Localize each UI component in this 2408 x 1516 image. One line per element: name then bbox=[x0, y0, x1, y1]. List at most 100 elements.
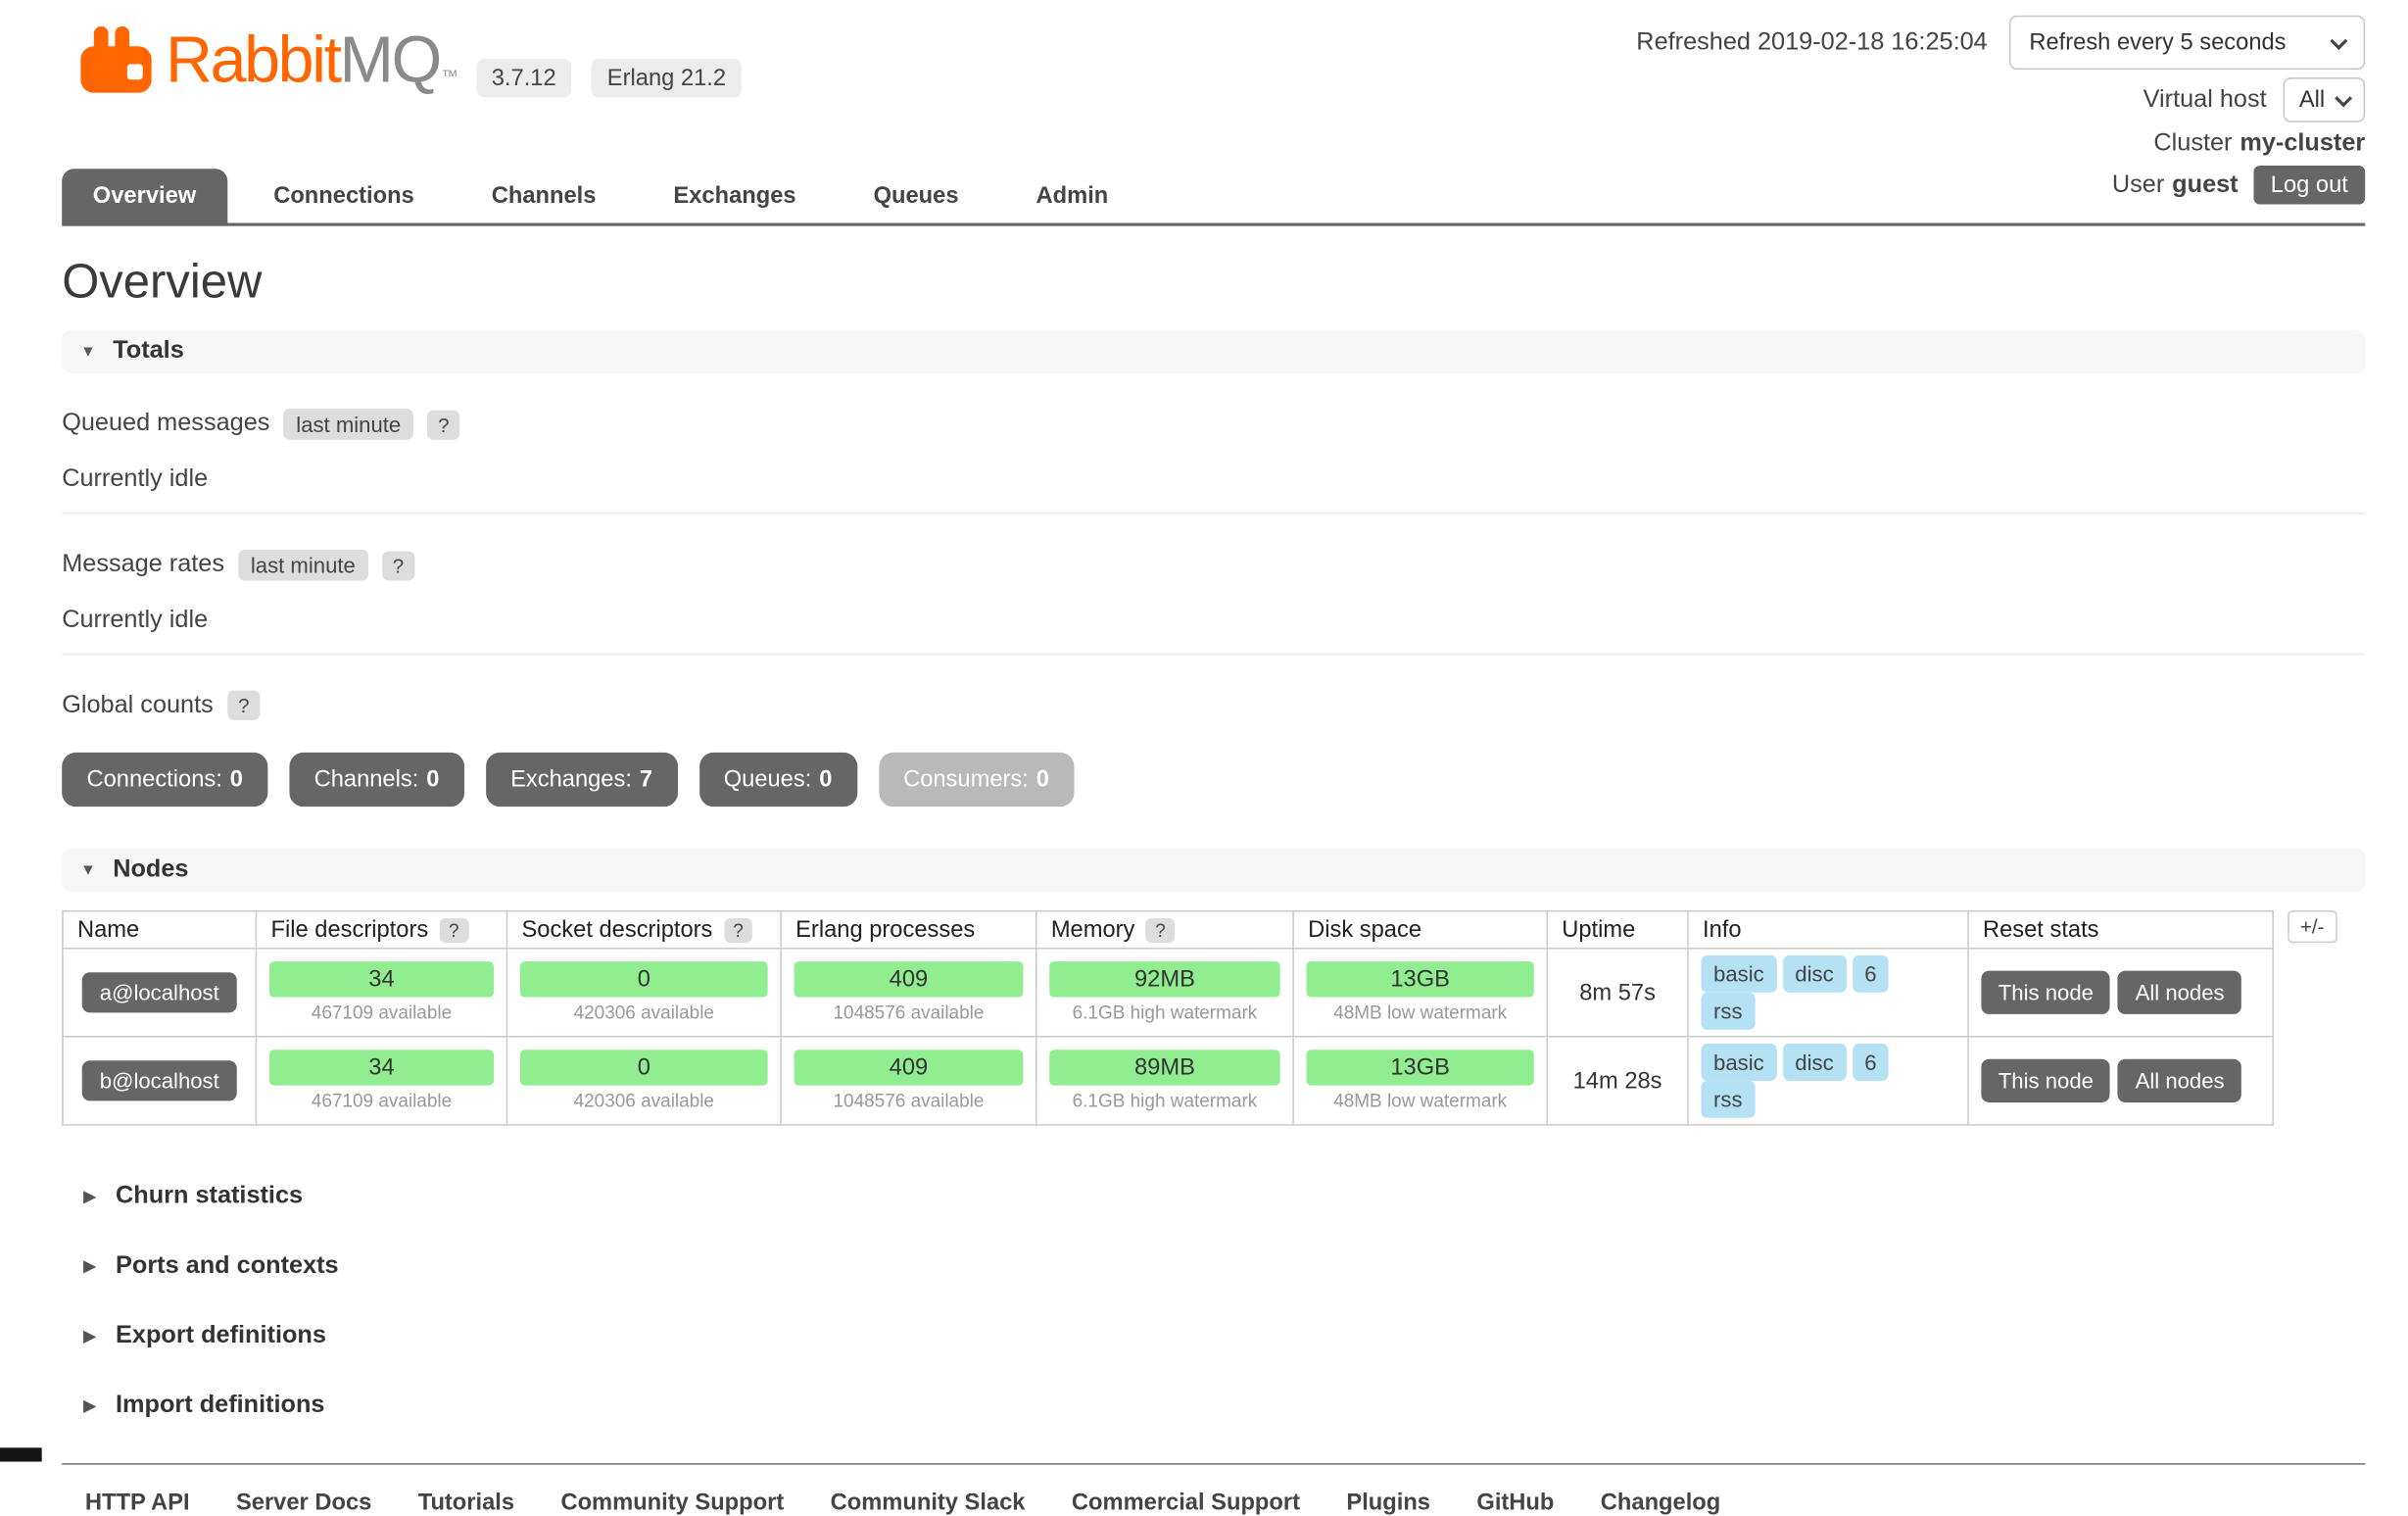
footer-link-community-support[interactable]: Community Support bbox=[560, 1490, 784, 1516]
cluster-name: my-cluster bbox=[2239, 130, 2365, 158]
footer-link-changelog[interactable]: Changelog bbox=[1601, 1490, 1720, 1516]
section-ports-and-contexts[interactable]: ▶ Ports and contexts bbox=[83, 1252, 2365, 1280]
col-name-label: Name bbox=[77, 916, 139, 943]
erlang-processes-available: 1048576 available bbox=[795, 1002, 1024, 1023]
queued-period-chip: last minute bbox=[284, 409, 413, 440]
virtual-host-select[interactable]: All bbox=[2284, 77, 2365, 122]
col-name: Name bbox=[63, 911, 257, 949]
node-name-badge[interactable]: b@localhost bbox=[82, 1060, 236, 1100]
info-cell: basicdisc6rss bbox=[1688, 949, 1968, 1037]
socket-descriptors-available: 420306 available bbox=[520, 1002, 768, 1023]
expand-icon: ▶ bbox=[83, 1258, 95, 1275]
erlang-processes-bar: 409 bbox=[795, 961, 1024, 997]
section-churn-statistics[interactable]: ▶ Churn statistics bbox=[83, 1183, 2365, 1210]
totals-section-header[interactable]: ▼ Totals bbox=[62, 330, 2365, 373]
erlang-processes-available: 1048576 available bbox=[795, 1090, 1024, 1111]
col-file-descriptors: File descriptors ? bbox=[256, 911, 506, 949]
queued-help-icon[interactable]: ? bbox=[427, 410, 460, 439]
totals-section-title: Totals bbox=[113, 337, 184, 365]
socket-descriptors-help-icon[interactable]: ? bbox=[724, 918, 753, 943]
channels-count-value: 0 bbox=[426, 766, 439, 793]
consumers-count-label: Consumers: bbox=[903, 766, 1029, 793]
rates-help-icon[interactable]: ? bbox=[382, 551, 415, 580]
tab-admin[interactable]: Admin bbox=[1005, 169, 1139, 222]
cluster-row: Cluster my-cluster bbox=[2153, 130, 2365, 158]
info-badge-disc: disc bbox=[1783, 1044, 1847, 1081]
section-import-definitions[interactable]: ▶ Import definitions bbox=[83, 1392, 2365, 1419]
reset-this-node-button[interactable]: This node bbox=[1981, 971, 2110, 1014]
consumers-count-value: 0 bbox=[1036, 766, 1049, 793]
exchanges-count-badge[interactable]: Exchanges:7 bbox=[486, 753, 678, 807]
refresh-interval-select[interactable]: Refresh every 5 seconds bbox=[2009, 16, 2365, 70]
channels-count-badge[interactable]: Channels:0 bbox=[289, 753, 463, 807]
export-definitions-title: Export definitions bbox=[116, 1322, 326, 1349]
expand-icon: ▶ bbox=[83, 1189, 95, 1205]
nodes-header-row: Name File descriptors ? Socket descripto… bbox=[63, 911, 2273, 949]
screen-edge-artifact bbox=[0, 1447, 42, 1461]
rabbitmq-logo-icon bbox=[80, 26, 152, 93]
queued-messages-row: Queued messages last minute ? bbox=[62, 409, 2365, 440]
info-badge-basic: basic bbox=[1701, 955, 1776, 993]
user-label: User bbox=[2112, 171, 2164, 199]
session-area: Refreshed 2019-02-18 16:25:04 Refresh ev… bbox=[1636, 16, 2365, 205]
footer-link-commercial-support[interactable]: Commercial Support bbox=[1072, 1490, 1300, 1516]
footer-link-plugins[interactable]: Plugins bbox=[1346, 1490, 1430, 1516]
expand-icon: ▶ bbox=[83, 1397, 95, 1414]
churn-statistics-title: Churn statistics bbox=[116, 1183, 303, 1210]
ports-and-contexts-title: Ports and contexts bbox=[116, 1252, 339, 1280]
node-name-badge[interactable]: a@localhost bbox=[82, 972, 236, 1012]
erlang-processes-bar: 409 bbox=[795, 1050, 1024, 1085]
memory-bar: 89MB bbox=[1049, 1050, 1279, 1085]
add-remove-columns-button[interactable]: +/- bbox=[2288, 910, 2336, 943]
col-memory-label: Memory bbox=[1051, 916, 1135, 943]
col-uptime: Uptime bbox=[1547, 911, 1688, 949]
info-badge-rss: rss bbox=[1701, 1081, 1755, 1118]
col-disk-space-label: Disk space bbox=[1308, 916, 1421, 943]
tab-overview[interactable]: Overview bbox=[62, 169, 227, 222]
file-descriptors-available: 467109 available bbox=[269, 1002, 494, 1023]
reset-this-node-button[interactable]: This node bbox=[1981, 1059, 2110, 1102]
col-reset-stats-label: Reset stats bbox=[1983, 916, 2099, 943]
col-memory: Memory ? bbox=[1036, 911, 1293, 949]
info-badge-count: 6 bbox=[1853, 1044, 1890, 1081]
divider bbox=[62, 654, 2365, 656]
header: RabbitMQ™ 3.7.12 Erlang 21.2 Refreshed 2… bbox=[62, 0, 2365, 226]
col-reset-stats: Reset stats bbox=[1968, 911, 2273, 949]
import-definitions-title: Import definitions bbox=[116, 1392, 324, 1419]
main-content: Overview ▼ Totals Queued messages last m… bbox=[62, 254, 2365, 1516]
virtual-host-row: Virtual host All bbox=[2143, 77, 2366, 122]
footer-link-tutorials[interactable]: Tutorials bbox=[418, 1490, 514, 1516]
user-name: guest bbox=[2172, 171, 2238, 199]
queued-idle-text: Currently idle bbox=[62, 466, 2365, 494]
reset-all-nodes-button[interactable]: All nodes bbox=[2118, 971, 2241, 1014]
footer-link-server-docs[interactable]: Server Docs bbox=[236, 1490, 371, 1516]
tab-exchanges[interactable]: Exchanges bbox=[643, 169, 827, 222]
footer-link-community-slack[interactable]: Community Slack bbox=[831, 1490, 1026, 1516]
cluster-label: Cluster bbox=[2153, 130, 2232, 158]
socket-descriptors-bar: 0 bbox=[520, 1050, 768, 1085]
global-counts-label: Global counts bbox=[62, 691, 214, 718]
global-counts-help-icon[interactable]: ? bbox=[227, 691, 261, 720]
footer-link-github[interactable]: GitHub bbox=[1476, 1490, 1554, 1516]
rabbitmq-logo[interactable]: RabbitMQ™ bbox=[80, 23, 456, 97]
col-info-label: Info bbox=[1703, 916, 1742, 943]
file-descriptors-help-icon[interactable]: ? bbox=[440, 918, 469, 943]
tab-connections[interactable]: Connections bbox=[243, 169, 446, 222]
memory-help-icon[interactable]: ? bbox=[1146, 918, 1176, 943]
tab-channels[interactable]: Channels bbox=[460, 169, 627, 222]
reset-all-nodes-button[interactable]: All nodes bbox=[2118, 1059, 2241, 1102]
disk-watermark: 48MB low watermark bbox=[1307, 1002, 1534, 1023]
queues-count-badge[interactable]: Queues:0 bbox=[698, 753, 856, 807]
col-erlang-processes-label: Erlang processes bbox=[795, 916, 975, 943]
nodes-section-header[interactable]: ▼ Nodes bbox=[62, 849, 2365, 892]
connections-count-badge[interactable]: Connections:0 bbox=[62, 753, 267, 807]
logout-button[interactable]: Log out bbox=[2253, 166, 2365, 205]
footer-link-http-api[interactable]: HTTP API bbox=[85, 1490, 190, 1516]
tab-queues[interactable]: Queues bbox=[843, 169, 989, 222]
uptime-value: 8m 57s bbox=[1547, 949, 1688, 1037]
global-counts-badges: Connections:0 Channels:0 Exchanges:7 Que… bbox=[62, 753, 2365, 807]
section-export-definitions[interactable]: ▶ Export definitions bbox=[83, 1322, 2365, 1349]
queues-count-value: 0 bbox=[819, 766, 832, 793]
socket-descriptors-bar: 0 bbox=[520, 961, 768, 997]
col-info: Info bbox=[1688, 911, 1968, 949]
